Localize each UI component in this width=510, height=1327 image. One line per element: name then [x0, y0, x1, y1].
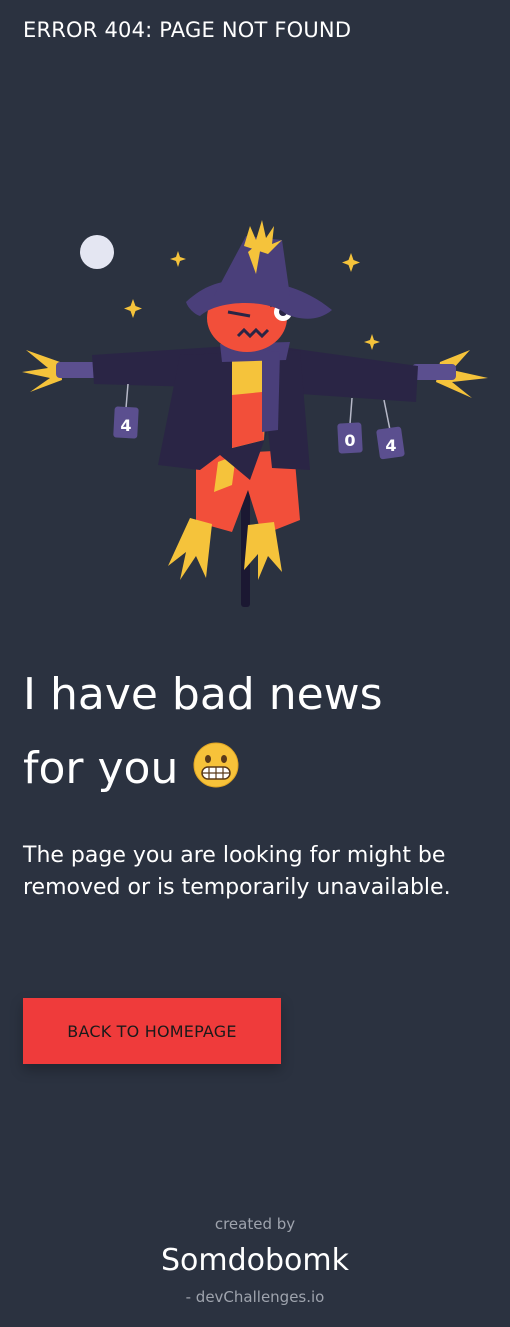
sparkle-icon — [170, 251, 186, 267]
svg-text:0: 0 — [344, 431, 355, 450]
sparkle-icon — [124, 299, 142, 318]
sparkle-icon — [364, 334, 380, 350]
footer: created by Somdobomk - devChallenges.io — [0, 1215, 510, 1306]
author-name: Somdobomk — [160, 1243, 349, 1278]
headline-line1: I have bad news — [23, 669, 383, 720]
headline-line2: for you — [23, 743, 179, 794]
svg-text:4: 4 — [120, 416, 131, 435]
sparkle-icon — [342, 253, 360, 272]
svg-text:4: 4 — [385, 436, 396, 455]
moon-icon — [80, 235, 114, 269]
scarecrow-illustration: 4 0 4 — [22, 220, 488, 607]
page-title: ERROR 404: PAGE NOT FOUND — [23, 18, 352, 42]
error-description: The page you are looking for might be re… — [23, 843, 451, 900]
back-to-homepage-button[interactable]: BACK TO HOMEPAGE — [23, 998, 281, 1064]
created-by-label: created by — [214, 1215, 296, 1233]
grimacing-face-icon — [192, 738, 240, 788]
site-credit: - devChallenges.io — [185, 1288, 325, 1306]
headline: I have bad news for you — [23, 658, 493, 806]
